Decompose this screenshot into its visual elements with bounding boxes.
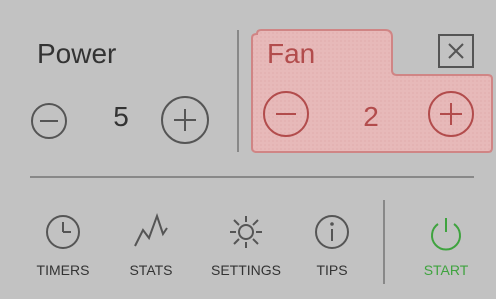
vertical-divider bbox=[237, 30, 239, 152]
nav-label-stats: STATS bbox=[129, 262, 173, 278]
power-label: Power bbox=[37, 38, 117, 69]
fan-label: Fan bbox=[267, 38, 316, 69]
fan-decrease-button[interactable] bbox=[263, 91, 309, 137]
nav-label-tips: TIPS bbox=[316, 262, 348, 278]
nav-label-settings: SETTINGS bbox=[210, 262, 281, 278]
fan-increase-button[interactable] bbox=[428, 91, 474, 137]
minus-icon bbox=[40, 120, 58, 122]
nav-tips[interactable]: TIPS bbox=[306, 208, 358, 288]
clock-icon bbox=[46, 215, 80, 249]
nav-label-timers: TIMERS bbox=[36, 262, 90, 278]
stats-icon bbox=[134, 212, 168, 247]
info-icon bbox=[315, 215, 349, 249]
power-increase-button[interactable] bbox=[161, 96, 209, 144]
nav-start[interactable]: START bbox=[412, 208, 480, 288]
fan-value: 2 bbox=[363, 101, 379, 132]
close-button[interactable] bbox=[438, 34, 474, 68]
nav-timers[interactable]: TIMERS bbox=[28, 208, 98, 288]
power-icon bbox=[431, 218, 461, 251]
plus-icon bbox=[174, 109, 196, 131]
close-icon bbox=[448, 43, 464, 59]
power-value: 5 bbox=[113, 101, 129, 132]
nav-label-start: START bbox=[423, 262, 469, 278]
vertical-divider-bottom bbox=[383, 200, 385, 284]
power-decrease-button[interactable] bbox=[31, 103, 67, 139]
horizontal-divider bbox=[30, 176, 474, 178]
settings-icon bbox=[230, 216, 262, 248]
nav-settings[interactable]: SETTINGS bbox=[203, 208, 289, 288]
nav-stats[interactable]: STATS bbox=[121, 208, 181, 288]
plus-icon bbox=[440, 103, 462, 125]
minus-icon bbox=[276, 113, 296, 115]
